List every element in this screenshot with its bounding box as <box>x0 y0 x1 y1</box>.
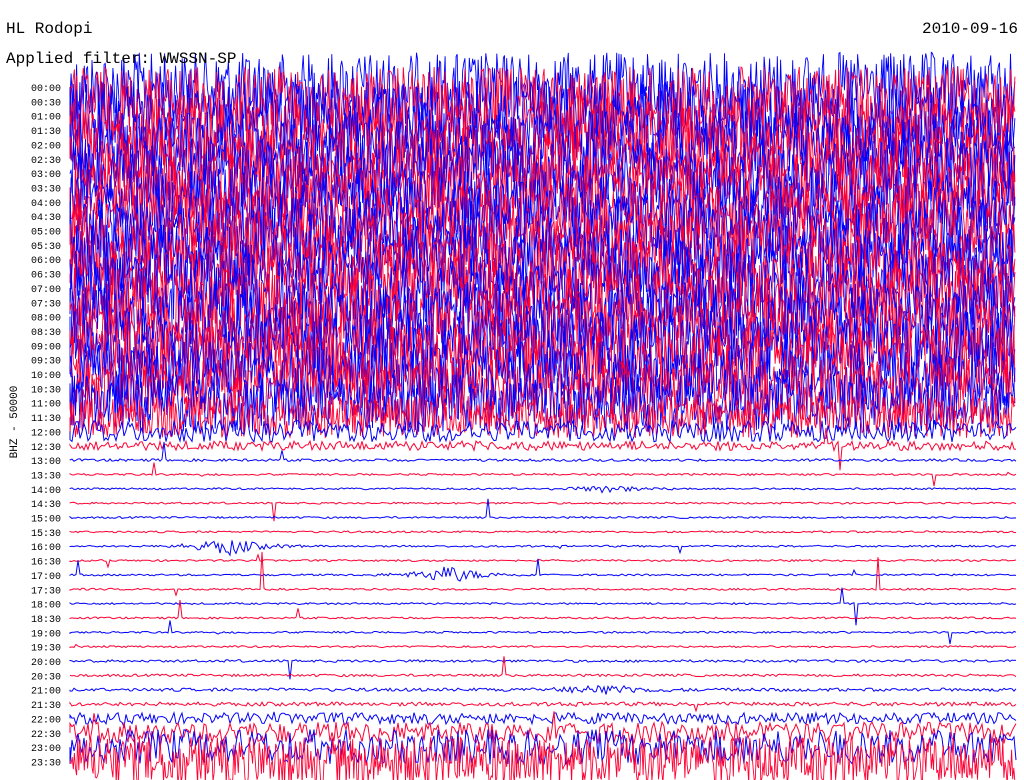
time-tick-label: 05:00 <box>31 228 61 239</box>
time-tick-label: 20:00 <box>31 658 61 669</box>
time-tick-label: 14:00 <box>31 486 61 497</box>
seismogram-plot: 00:00 00:30 01:00 01:30 02:00 02:30 03:00 03:30… <box>31 51 1017 780</box>
time-tick-label: 06:30 <box>31 271 61 282</box>
trace-row-1930 <box>69 643 1017 649</box>
time-tick-label: 01:30 <box>31 127 61 138</box>
time-tick-label: 02:30 <box>31 156 61 167</box>
time-tick-label: 08:00 <box>31 314 61 325</box>
time-tick-label: 17:00 <box>31 572 61 583</box>
trace-row-1330 <box>69 462 1017 487</box>
time-tick-label: 18:30 <box>31 615 61 626</box>
time-tick-label: 13:30 <box>31 471 61 482</box>
time-tick-label: 11:00 <box>31 400 61 411</box>
time-tick-label: 23:30 <box>31 758 61 769</box>
date-label: 2010-09-16 <box>921 20 1018 38</box>
time-tick-label: 21:00 <box>31 687 61 698</box>
trace-row-2000 <box>69 659 1017 680</box>
trace-row-1530 <box>69 530 1017 534</box>
time-tick-label: 07:00 <box>31 285 61 296</box>
time-tick-label: 22:00 <box>31 715 61 726</box>
time-tick-label: 16:30 <box>31 558 61 569</box>
time-tick-label: 19:00 <box>31 629 61 640</box>
trace-row-1230 <box>69 427 1017 471</box>
trace-row-2230 <box>69 711 1017 746</box>
time-tick-label: 23:00 <box>31 744 61 755</box>
time-tick-label: 18:00 <box>31 601 61 612</box>
time-tick-label: 11:30 <box>31 414 61 425</box>
time-tick-label: 00:30 <box>31 98 61 109</box>
time-tick-label: 05:30 <box>31 242 61 253</box>
time-tick-label: 17:30 <box>31 586 61 597</box>
time-tick-label: 20:30 <box>31 672 61 683</box>
time-tick-label: 03:30 <box>31 184 61 195</box>
trace-row-1700 <box>69 558 1017 582</box>
trace-row-1800 <box>69 587 1017 626</box>
time-tick-label: 07:30 <box>31 299 61 310</box>
time-tick-label: 15:00 <box>31 515 61 526</box>
time-tick-label: 01:00 <box>31 113 61 124</box>
time-tick-label: 09:30 <box>31 357 61 368</box>
time-tick-label: 06:00 <box>31 256 61 267</box>
time-tick-label: 13:00 <box>31 457 61 468</box>
trace-row-2030 <box>69 656 1017 678</box>
station-title: HL Rodopi <box>6 20 93 38</box>
trace-row-1830 <box>69 600 1017 620</box>
time-tick-label: 09:00 <box>31 342 61 353</box>
time-tick-label: 10:00 <box>31 371 61 382</box>
trace-row-1600 <box>69 540 1017 557</box>
time-tick-label: 12:00 <box>31 428 61 439</box>
time-tick-label: 22:30 <box>31 730 61 741</box>
time-tick-label: 10:30 <box>31 385 61 396</box>
filter-label: Applied filter: WWSSN-SP <box>6 50 237 68</box>
trace-row-1400 <box>69 485 1017 494</box>
time-tick-label: 03:00 <box>31 170 61 181</box>
time-tick-label: 19:30 <box>31 644 61 655</box>
time-tick-label: 04:00 <box>31 199 61 210</box>
trace-row-1500 <box>69 498 1017 520</box>
trace-row-1900 <box>69 620 1017 645</box>
time-tick-label: 04:30 <box>31 213 61 224</box>
time-tick-label: 02:00 <box>31 141 61 152</box>
channel-axis-label: BHZ - 50000 <box>9 385 21 459</box>
time-tick-label: 14:30 <box>31 500 61 511</box>
time-tick-label: 16:00 <box>31 543 61 554</box>
time-tick-label: 21:30 <box>31 701 61 712</box>
time-tick-label: 15:30 <box>31 529 61 540</box>
trace-row-2100 <box>69 684 1017 695</box>
trace-row-2200 <box>69 710 1017 729</box>
time-tick-label: 08:30 <box>31 328 61 339</box>
trace-row-2130 <box>69 701 1017 713</box>
seismogram-stage: HL Rodopi Applied filter: WWSSN-SP 2010-… <box>0 0 1024 780</box>
time-tick-label: 12:30 <box>31 443 61 454</box>
trace-row-1730 <box>69 551 1017 597</box>
trace-row-1630 <box>69 553 1017 569</box>
time-tick-label: 00:00 <box>31 84 61 95</box>
